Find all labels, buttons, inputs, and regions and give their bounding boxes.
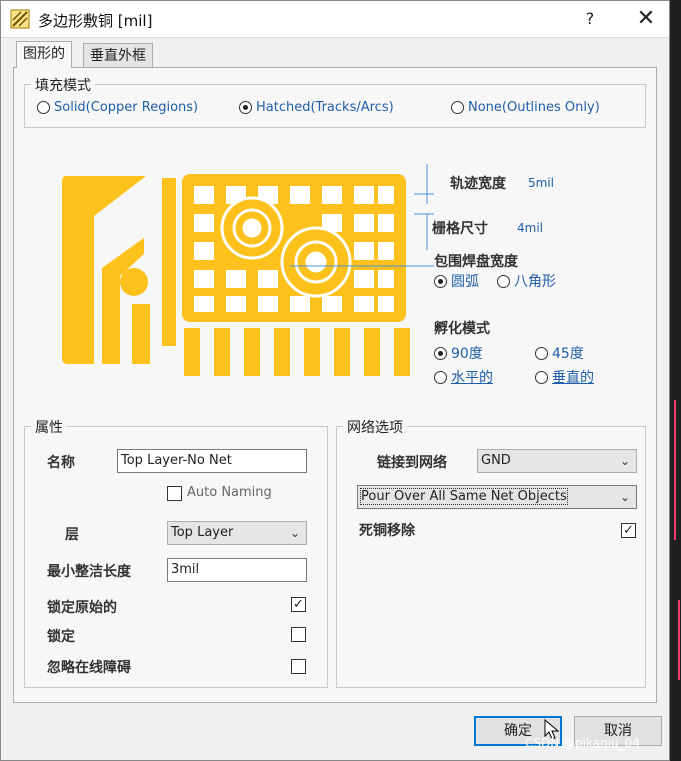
radio-solid-indicator[interactable] <box>37 101 50 114</box>
background-editor-strip <box>670 0 681 761</box>
pour-over-value: Pour Over All Same Net Objects <box>360 488 568 505</box>
min-length-input[interactable]: 3mil <box>167 558 307 582</box>
net-options-title: 网络选项 <box>343 417 407 437</box>
radio-solid-label: Solid(Copper Regions) <box>54 100 199 115</box>
layer-select[interactable]: Top Layer ⌄ <box>167 521 307 545</box>
radio-horizontal-indicator[interactable] <box>434 370 447 384</box>
net-options-group: 网络选项 链接到网络 GND ⌄ Pour Over All Same Net … <box>336 417 646 688</box>
copper-strip <box>162 178 176 346</box>
radio-hatched-label: Hatched(Tracks/Arcs) <box>256 100 394 115</box>
hatch-mode-label: 孵化模式 <box>434 321 490 337</box>
radio-hatched[interactable]: Hatched(Tracks/Arcs) <box>239 100 394 115</box>
radio-90deg-label: 90度 <box>451 346 483 362</box>
lock-primitives-label: 锁定原始的 <box>47 600 117 616</box>
properties-group: 属性 名称 Top Layer-No Net Auto Naming 层 Top… <box>24 417 328 688</box>
radio-octagons-indicator[interactable] <box>497 274 510 288</box>
name-label: 名称 <box>47 455 75 471</box>
copper-finger-left <box>132 304 150 364</box>
fill-mode-group: 填充模式 Solid(Copper Regions) Hatched(Track… <box>24 75 646 128</box>
name-input[interactable]: Top Layer-No Net <box>117 449 307 473</box>
hatched-preview-graphic <box>62 164 434 376</box>
radio-90deg-indicator[interactable] <box>434 346 447 360</box>
locked-checkbox[interactable] <box>291 627 306 642</box>
radio-none-label: None(Outlines Only) <box>468 100 600 115</box>
grid-size-label: 栅格尺寸 <box>432 221 488 237</box>
title-bar: 多边形敷铜 [mil] ? ✕ <box>1 1 669 38</box>
remove-dead-copper-label: 死铜移除 <box>359 523 415 539</box>
connect-to-net-label: 链接到网络 <box>377 455 447 471</box>
dialog-window: 多边形敷铜 [mil] ? ✕ 图形的 垂直外框 填充模式 Solid(Copp… <box>0 0 670 761</box>
radio-horizontal-label: 水平的 <box>451 370 493 386</box>
radio-vertical[interactable]: 垂直的 <box>535 367 594 387</box>
radio-arcs-label: 圆弧 <box>451 274 479 290</box>
background-trace <box>674 400 676 540</box>
remove-dead-copper-checkbox[interactable]: ✓ <box>621 523 636 538</box>
layer-select-value: Top Layer <box>171 525 234 540</box>
fill-mode-title: 填充模式 <box>31 75 95 95</box>
watermark: CSDN @pikaqiu_04 <box>525 736 640 750</box>
polygon-pour-icon <box>10 9 30 29</box>
auto-naming-checkbox[interactable] <box>167 486 182 501</box>
grid-size-value: 4mil <box>517 221 543 235</box>
locked-label: 锁定 <box>47 629 75 645</box>
radio-arcs[interactable]: 圆弧 <box>434 271 479 291</box>
radio-arcs-indicator[interactable] <box>434 274 447 288</box>
radio-90deg[interactable]: 90度 <box>434 343 483 363</box>
auto-naming-label: Auto Naming <box>187 485 272 500</box>
radio-45deg-label: 45度 <box>552 346 584 362</box>
chevron-down-icon[interactable]: ⌄ <box>290 522 300 544</box>
track-width-label: 轨迹宽度 <box>450 176 506 192</box>
track-width-value: 5mil <box>528 176 554 190</box>
ignore-online-checkbox[interactable] <box>291 659 306 674</box>
radio-45deg[interactable]: 45度 <box>535 343 584 363</box>
properties-title: 属性 <box>31 417 67 437</box>
layer-label: 层 <box>65 527 79 543</box>
ignore-online-label: 忽略在线障碍 <box>47 660 131 676</box>
radio-45deg-indicator[interactable] <box>535 346 548 360</box>
tab-graphical[interactable]: 图形的 <box>16 41 72 68</box>
radio-octagons[interactable]: 八角形 <box>497 271 556 291</box>
tab-outline-vertices[interactable]: 垂直外框 <box>83 43 153 67</box>
net-select-value: GND <box>481 453 511 468</box>
background-trace <box>678 600 680 680</box>
radio-horizontal[interactable]: 水平的 <box>434 367 493 387</box>
tab-panel: 填充模式 Solid(Copper Regions) Hatched(Track… <box>13 67 657 703</box>
radio-vertical-indicator[interactable] <box>535 370 548 384</box>
lock-primitives-checkbox[interactable]: ✓ <box>291 597 306 612</box>
radio-vertical-label: 垂直的 <box>552 370 594 386</box>
window-title: 多边形敷铜 [mil] <box>38 12 153 30</box>
radio-none-indicator[interactable] <box>451 101 464 114</box>
chevron-down-icon[interactable]: ⌄ <box>620 486 630 508</box>
min-length-label: 最小整洁长度 <box>47 564 131 580</box>
radio-hatched-indicator[interactable] <box>239 101 252 114</box>
pad-left <box>120 268 148 296</box>
close-icon[interactable]: ✕ <box>633 6 659 32</box>
pour-over-select[interactable]: Pour Over All Same Net Objects ⌄ <box>357 485 637 509</box>
help-button[interactable]: ? <box>579 8 601 30</box>
net-select[interactable]: GND ⌄ <box>477 449 637 473</box>
radio-none[interactable]: None(Outlines Only) <box>451 100 600 115</box>
radio-octagons-label: 八角形 <box>514 274 556 290</box>
radio-solid[interactable]: Solid(Copper Regions) <box>37 100 198 115</box>
surround-pads-label: 包围焊盘宽度 <box>434 254 518 270</box>
chevron-down-icon[interactable]: ⌄ <box>620 450 630 472</box>
